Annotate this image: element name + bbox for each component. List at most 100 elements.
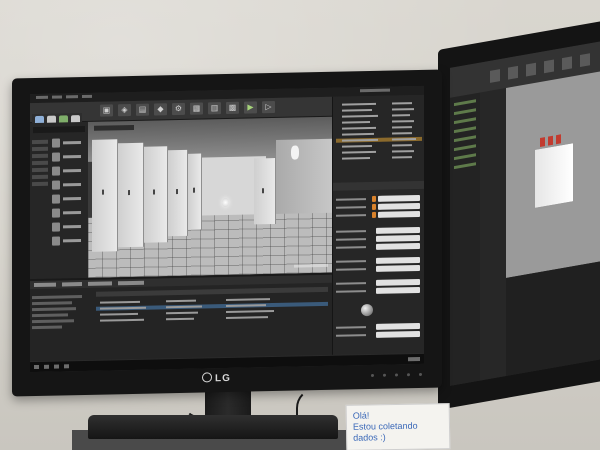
category-list: [32, 137, 48, 189]
monitor-stand-base: [88, 415, 338, 439]
level-viewport[interactable]: [88, 116, 332, 278]
server-cabinet: [168, 149, 188, 237]
actor-item[interactable]: [52, 222, 86, 233]
taskbar-app-icon[interactable]: [64, 364, 69, 369]
property-field[interactable]: [336, 286, 422, 295]
actor-icon: [52, 152, 60, 162]
transform-property[interactable]: [336, 210, 422, 219]
toolbar-button-icon[interactable]: [490, 69, 500, 83]
property-field[interactable]: [336, 256, 422, 265]
second-screen-viewport[interactable]: [506, 69, 600, 279]
list-item[interactable]: [336, 131, 422, 137]
taskbar-app-icon[interactable]: [44, 364, 49, 369]
property-field[interactable]: [336, 278, 422, 287]
monitor-buttons[interactable]: [371, 372, 422, 377]
actor-item[interactable]: [52, 180, 86, 191]
tab-content-browser[interactable]: [34, 282, 56, 288]
actor-icon: [52, 180, 60, 190]
brand-logo: LG: [202, 372, 231, 385]
menu-item[interactable]: [52, 95, 62, 99]
second-screen-properties-panel: [480, 88, 506, 381]
main-monitor: ▣ ◈ ▤ ◆ ⚙ ▦ ▥ ▩ ▶ ▷ LG: [12, 69, 442, 397]
property-field[interactable]: [336, 264, 422, 273]
start-icon[interactable]: [34, 364, 39, 370]
actor-item[interactable]: [52, 166, 86, 177]
actor-icon: [52, 138, 60, 148]
marketplace-icon[interactable]: ◆: [154, 103, 167, 116]
search-input[interactable]: [33, 125, 85, 134]
save-icon[interactable]: ▣: [100, 104, 113, 117]
toolbar-button-icon[interactable]: [580, 53, 590, 67]
folder-tree: [32, 292, 92, 359]
menu-item[interactable]: [82, 94, 92, 99]
actor-item[interactable]: [52, 138, 86, 149]
actor-icon: [52, 208, 60, 218]
property-field[interactable]: [336, 234, 422, 243]
toolbar-button-icon[interactable]: [508, 65, 518, 80]
property-field[interactable]: [336, 226, 422, 235]
list-item[interactable]: [336, 143, 422, 149]
second-monitor: [438, 18, 600, 411]
actor-item[interactable]: [52, 152, 86, 163]
list-item[interactable]: [336, 101, 422, 107]
list-item[interactable]: [336, 149, 422, 155]
actor-item[interactable]: [52, 236, 86, 247]
second-screen-left-panel: [450, 92, 480, 386]
toolbar-button-icon[interactable]: [526, 62, 536, 77]
list-item[interactable]: [336, 119, 422, 125]
transform-property[interactable]: [336, 194, 422, 203]
red-marker-icon: [556, 134, 561, 145]
details-header: [333, 180, 424, 191]
asset-columns-header: [96, 286, 328, 297]
launch-icon[interactable]: ▷: [262, 100, 275, 114]
second-monitor-screen: [450, 39, 600, 386]
main-monitor-screen: ▣ ◈ ▤ ◆ ⚙ ▦ ▥ ▩ ▶ ▷: [30, 85, 424, 373]
red-marker-icon: [548, 135, 553, 146]
list-item[interactable]: [336, 107, 422, 113]
sticky-note-line: Estou coletando dados :): [352, 420, 418, 443]
server-cabinet: [144, 146, 168, 243]
server-cabinet: [118, 142, 144, 248]
list-item[interactable]: [336, 155, 422, 161]
source-control-icon[interactable]: ◈: [118, 104, 131, 117]
cinematics-icon[interactable]: ▥: [208, 102, 221, 115]
server-cabinet: [92, 139, 118, 252]
settings-icon[interactable]: ⚙: [172, 102, 185, 116]
project-title: [360, 88, 390, 93]
actor-item[interactable]: [52, 208, 86, 219]
world-outliner-details-panel: [332, 94, 424, 355]
property-field[interactable]: [336, 242, 422, 251]
build-icon[interactable]: ▩: [226, 101, 239, 115]
viewport-options-bar[interactable]: [94, 124, 134, 131]
property-field[interactable]: [336, 330, 422, 339]
menu-item[interactable]: [36, 95, 48, 100]
toolbar-button-icon[interactable]: [562, 56, 572, 71]
server-cabinet: [254, 157, 276, 225]
selected-list-item[interactable]: [336, 136, 422, 143]
actor-icon: [52, 194, 60, 204]
content-browser: [30, 272, 332, 362]
red-marker-icon: [540, 137, 545, 148]
actor-icon: [52, 236, 60, 246]
content-icon[interactable]: ▤: [136, 103, 149, 116]
sticky-note: Olá! Estou coletando dados :): [345, 403, 451, 450]
tab-message-log[interactable]: [118, 280, 144, 286]
ceiling-light-icon: [291, 145, 299, 160]
tab-sequencer[interactable]: [88, 281, 112, 286]
list-item[interactable]: [336, 113, 422, 119]
transform-property[interactable]: [336, 202, 422, 211]
tab-output-log[interactable]: [62, 282, 82, 287]
clock: [408, 356, 420, 362]
property-field[interactable]: [336, 322, 422, 331]
place-actors-panel: [30, 121, 88, 280]
actor-item[interactable]: [52, 194, 86, 205]
menu-item[interactable]: [66, 95, 78, 99]
second-screen-content-browser: [506, 259, 600, 377]
toolbar-button-icon[interactable]: [544, 59, 554, 74]
material-preview-icon[interactable]: [361, 303, 373, 317]
play-icon[interactable]: ▶: [244, 101, 257, 114]
list-item[interactable]: [336, 125, 422, 131]
server-cabinet: [188, 153, 202, 230]
taskbar-app-icon[interactable]: [54, 364, 59, 369]
blueprints-icon[interactable]: ▦: [190, 102, 203, 115]
